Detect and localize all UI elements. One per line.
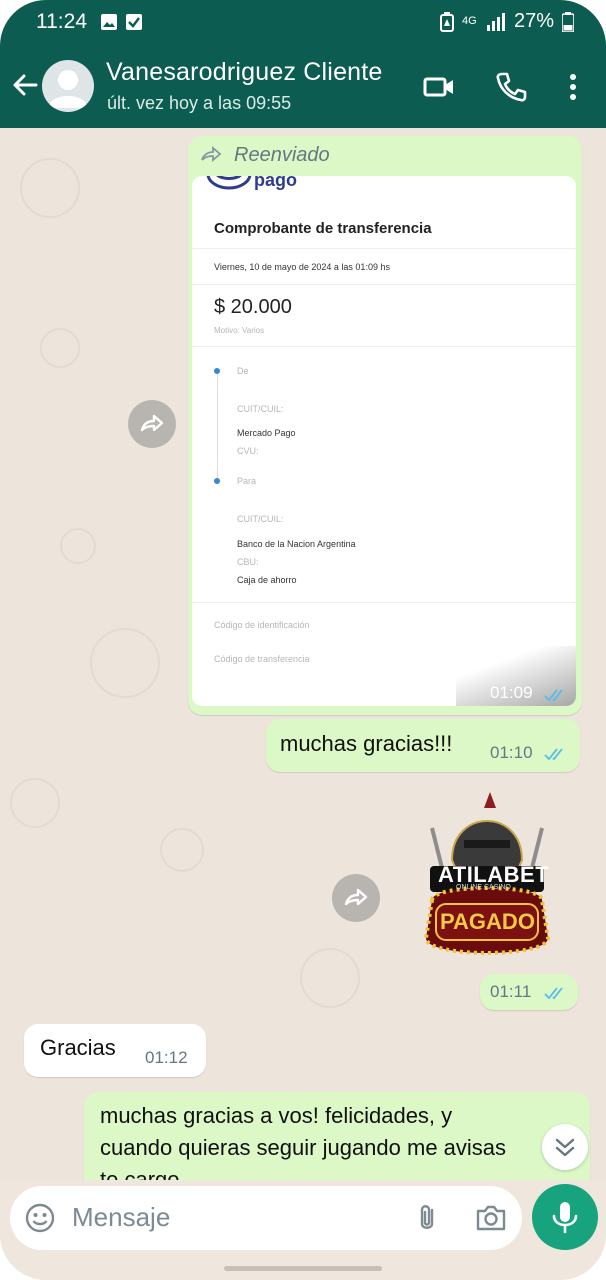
- wallpaper-doodle: [160, 828, 204, 872]
- sticker-sign: PAGADO: [440, 909, 535, 934]
- receipt-amount: $ 20.000: [214, 296, 292, 318]
- forwarded-label: Reenviado: [234, 144, 330, 166]
- message-text: Gracias: [40, 1035, 116, 1060]
- data-saver-icon: [439, 11, 454, 32]
- timeline-line: [217, 374, 218, 480]
- more-options-icon[interactable]: [556, 70, 590, 104]
- timeline-dot-to: [214, 478, 220, 484]
- mercado-pago-logo-icon: [206, 176, 252, 190]
- phone-icon[interactable]: [494, 70, 528, 104]
- emoji-icon[interactable]: [24, 1202, 56, 1234]
- last-seen: últ. vez hoy a las 09:55: [107, 93, 292, 113]
- message-input-bar[interactable]: Mensaje: [10, 1186, 522, 1250]
- camera-icon[interactable]: [474, 1202, 508, 1234]
- message-time: 01:09: [490, 683, 533, 702]
- read-ticks-icon: [544, 748, 563, 761]
- forward-button[interactable]: [128, 400, 176, 448]
- battery-percent: 27%: [513, 10, 554, 32]
- receipt-from-bank: Mercado Pago: [237, 428, 296, 438]
- receipt-from-cuit-label: CUIT/CUIL:: [237, 404, 284, 414]
- receipt-heading: Comprobante de transferencia: [214, 220, 432, 237]
- receipt-to-label: Para: [237, 476, 257, 486]
- message-time: 01:12: [145, 1048, 188, 1067]
- receipt-motivo: Motivo: Varios: [214, 326, 265, 335]
- forward-icon: [140, 414, 164, 432]
- back-arrow-icon[interactable]: [10, 70, 40, 100]
- network-type: 4G: [461, 15, 477, 27]
- forward-icon: [201, 146, 222, 162]
- message-text: muchas gracias!!!: [280, 731, 453, 756]
- sticker-time-badge: 01:11: [480, 974, 578, 1010]
- message-text-line: te cargo: [100, 1167, 180, 1180]
- sticker-subtitle: ONLINE CASINO: [456, 884, 511, 891]
- receipt-divider: [192, 284, 576, 285]
- contact-name[interactable]: Vanesarodriguez Cliente: [106, 58, 383, 87]
- scroll-to-bottom-button[interactable]: [542, 1124, 588, 1170]
- transfer-receipt-image[interactable]: pago Comprobante de transferencia Vierne…: [192, 176, 576, 706]
- receipt-to-cuit-label: CUIT/CUIL:: [237, 514, 284, 524]
- receipt-divider: [192, 346, 576, 347]
- chat-header: 11:24 4G 27% Vanesarodriguez Cliente últ…: [0, 0, 606, 128]
- video-call-icon[interactable]: [422, 70, 456, 104]
- receipt-from-cvu-label: CVU:: [237, 446, 259, 456]
- wallpaper-doodle: [300, 948, 360, 1008]
- status-time: 11:24: [36, 10, 87, 33]
- wallpaper-doodle: [90, 628, 160, 698]
- gesture-bar: [224, 1266, 382, 1271]
- contact-avatar[interactable]: [42, 60, 94, 112]
- receipt-to-bank: Banco de la Nacion Argentina: [237, 539, 356, 549]
- signal-icon: [486, 12, 505, 31]
- chat-area[interactable]: Reenviado pago Comprobante de transferen…: [0, 128, 606, 1180]
- check-notification-icon: [126, 14, 142, 30]
- voice-record-button[interactable]: [532, 1184, 598, 1250]
- gallery-notification-icon: [101, 14, 117, 30]
- wallpaper-doodle: [20, 158, 80, 218]
- incoming-text-message[interactable]: Gracias 01:12: [24, 1024, 206, 1077]
- wallpaper-doodle: [10, 778, 60, 828]
- message-input-placeholder[interactable]: Mensaje: [72, 1202, 170, 1233]
- message-text-line: cuando quieras seguir jugando me avisas: [100, 1135, 507, 1160]
- receipt-date: Viernes, 10 de mayo de 2024 a las 01:09 …: [214, 262, 390, 272]
- double-chevron-down-icon: [555, 1138, 575, 1157]
- mic-icon: [552, 1202, 578, 1234]
- read-ticks-icon: [544, 689, 563, 702]
- default-avatar-icon: [48, 70, 88, 108]
- battery-icon: [562, 11, 574, 32]
- receipt-from-label: De: [237, 366, 249, 376]
- message-text-line: muchas gracias a vos! felicidades, y: [100, 1103, 453, 1128]
- message-time: 01:11: [490, 982, 532, 1001]
- forward-button[interactable]: [332, 874, 380, 922]
- phone-screen: 11:24 4G 27% Vanesarodriguez Cliente últ…: [0, 0, 606, 1280]
- status-right: 4G 27%: [439, 10, 574, 33]
- wallpaper-doodle: [40, 328, 80, 368]
- atilabet-sticker[interactable]: ATILABET ONLINE CASINO PAGADO: [412, 788, 562, 978]
- outgoing-text-message[interactable]: muchas gracias a vos! felicidades, y cua…: [84, 1092, 590, 1180]
- receipt-divider: [192, 248, 576, 249]
- message-time: 01:10: [490, 743, 533, 762]
- outgoing-text-message[interactable]: muchas gracias!!! 01:10: [266, 719, 580, 772]
- receipt-brand: pago: [254, 176, 297, 190]
- receipt-divider: [192, 602, 576, 603]
- receipt-id-label: Código de identificación: [214, 620, 310, 630]
- receipt-to-account: Caja de ahorro: [237, 575, 297, 585]
- receipt-transfer-label: Código de transferencia: [214, 654, 310, 664]
- read-ticks-icon: [544, 987, 563, 1000]
- forward-icon: [344, 888, 368, 906]
- receipt-to-cbu-label: CBU:: [237, 557, 259, 567]
- wallpaper-doodle: [60, 528, 96, 564]
- attach-icon[interactable]: [412, 1202, 442, 1234]
